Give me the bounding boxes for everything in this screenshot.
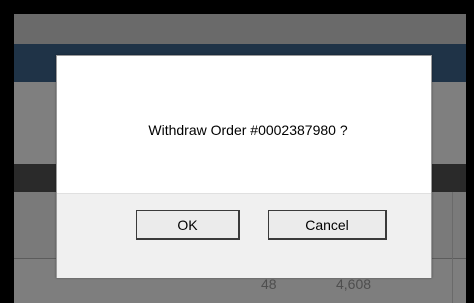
screen-frame: 48 4,608 Withdraw Order #0002387980 ? OK… bbox=[0, 0, 474, 303]
dialog-footer: OK Cancel bbox=[57, 193, 431, 278]
background-cell-value: 48 bbox=[261, 276, 277, 292]
confirm-dialog: Withdraw Order #0002387980 ? OK Cancel bbox=[56, 55, 432, 278]
cancel-button[interactable]: Cancel bbox=[268, 210, 387, 240]
page-column-divider bbox=[452, 192, 453, 303]
ok-button[interactable]: OK bbox=[136, 210, 240, 240]
dialog-body: Withdraw Order #0002387980 ? bbox=[57, 56, 431, 193]
dialog-message: Withdraw Order #0002387980 ? bbox=[148, 121, 348, 138]
background-cell-value: 4,608 bbox=[336, 276, 372, 292]
page-top-band bbox=[14, 14, 466, 44]
